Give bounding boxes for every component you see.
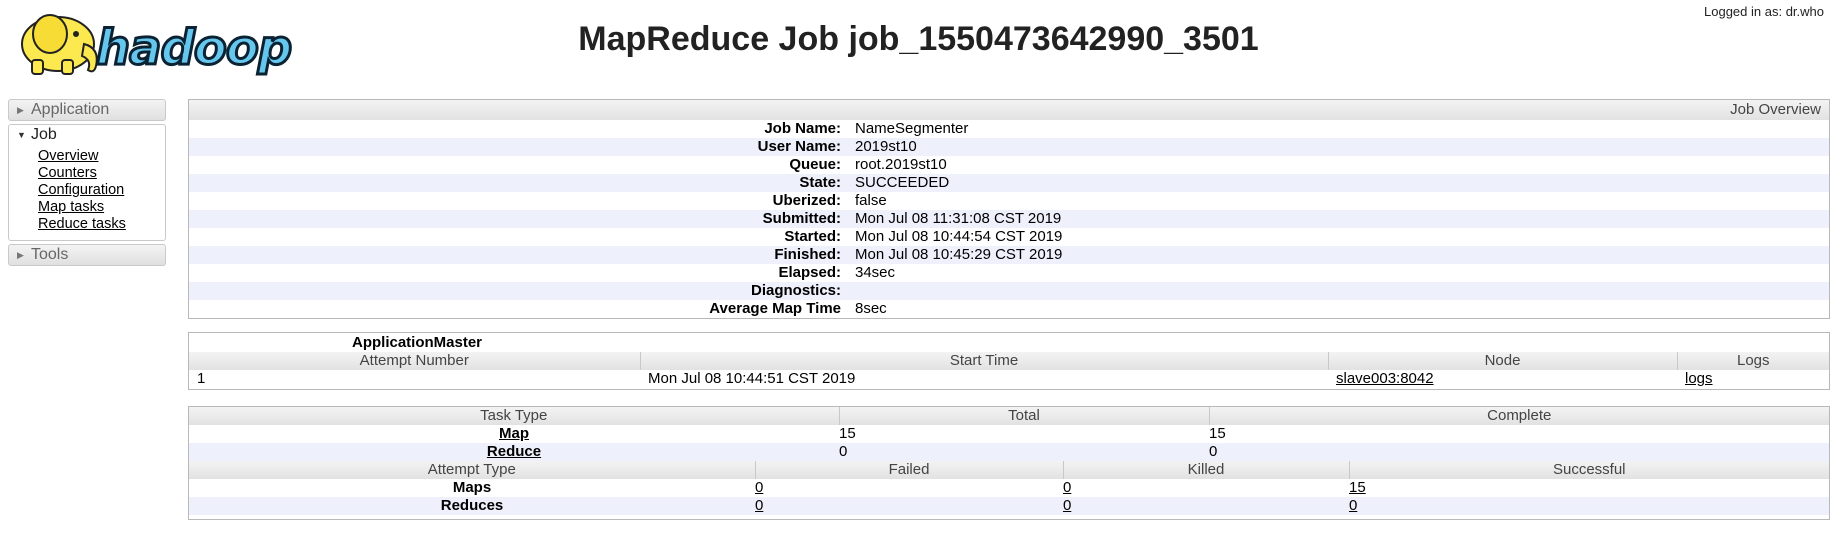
column-header: Total — [838, 407, 1209, 425]
overview-value: Mon Jul 08 10:45:29 CST 2019 — [855, 246, 1063, 263]
overview-key: State: — [799, 174, 841, 191]
maps-killed-link[interactable]: 0 — [1063, 479, 1071, 496]
nav-link-counters[interactable]: Counters — [38, 165, 165, 182]
column-header: Task Type — [189, 407, 839, 425]
reduces-killed-link[interactable]: 0 — [1063, 497, 1071, 514]
column-header: Killed — [1062, 461, 1349, 479]
reduce-tasks-link[interactable]: Reduce — [487, 443, 541, 460]
nav-link-overview[interactable]: Overview — [38, 148, 165, 165]
table-row: Maps 0 0 15 — [189, 479, 1829, 497]
overview-row-job-name: Job Name: NameSegmenter — [189, 120, 1829, 138]
attempt-header-row: Attempt Type Failed Killed Successful — [189, 461, 1829, 479]
overview-value: NameSegmenter — [855, 120, 969, 137]
overview-key: Submitted: — [762, 210, 841, 227]
column-header: Complete — [1208, 407, 1829, 425]
overview-value: 8sec — [855, 300, 887, 317]
triangle-right-icon: ▶ — [17, 250, 24, 260]
nav-tools-header[interactable]: ▶ Tools — [8, 244, 166, 266]
overview-row-average-map-time: Average Map Time 8sec — [189, 300, 1829, 318]
overview-row-diagnostics: Diagnostics: — [189, 282, 1829, 300]
nav-link-reduce-tasks[interactable]: Reduce tasks — [38, 216, 165, 233]
nav-job-header[interactable]: ▼ Job — [8, 124, 166, 145]
overview-key: Finished: — [774, 246, 841, 263]
nav-accordion: ▶ Application ▼ Job Overview Counters Conf… — [8, 99, 166, 269]
column-header: Successful — [1348, 461, 1829, 479]
overview-row-started: Started: Mon Jul 08 10:44:54 CST 2019 — [189, 228, 1829, 246]
reduces-successful-link[interactable]: 0 — [1349, 497, 1357, 514]
nav-link-map-tasks[interactable]: Map tasks — [38, 199, 165, 216]
triangle-right-icon: ▶ — [17, 105, 24, 115]
attempt-start-time: Mon Jul 08 10:44:51 CST 2019 — [648, 370, 856, 387]
overview-row-finished: Finished: Mon Jul 08 10:45:29 CST 2019 — [189, 246, 1829, 264]
overview-key: Started: — [784, 228, 841, 245]
table-row: Reduces 0 0 0 — [189, 497, 1829, 515]
column-header[interactable]: Node — [1327, 352, 1677, 370]
maps-failed-link[interactable]: 0 — [755, 479, 763, 496]
overview-value: 34sec — [855, 264, 896, 281]
overview-row-queue: Queue: root.2019st10 — [189, 156, 1829, 174]
logs-link[interactable]: logs — [1685, 370, 1713, 387]
nav-job-links: Overview Counters Configuration Map task… — [8, 145, 166, 241]
reduce-total: 0 — [839, 443, 848, 460]
overview-key: Job Name: — [764, 120, 841, 137]
nav-tools-label: Tools — [31, 246, 69, 263]
column-header: Attempt Type — [189, 461, 755, 479]
column-header[interactable]: Start Time — [639, 352, 1328, 370]
map-complete: 15 — [1209, 425, 1226, 442]
overview-key: User Name: — [757, 138, 841, 155]
task-header-row: Task Type Total Complete — [189, 407, 1829, 425]
node-link[interactable]: slave003:8042 — [1336, 370, 1434, 387]
reduce-complete: 0 — [1209, 443, 1218, 460]
login-status: Logged in as: dr.who — [1704, 4, 1824, 19]
overview-value: Mon Jul 08 11:31:08 CST 2019 — [855, 210, 1062, 227]
attempt-type-reduces: Reduces — [440, 497, 504, 514]
column-header: Failed — [754, 461, 1063, 479]
overview-row-state: State: SUCCEEDED — [189, 174, 1829, 192]
map-total: 15 — [839, 425, 856, 442]
application-master-title: ApplicationMaster — [352, 334, 483, 351]
overview-key: Elapsed: — [778, 264, 841, 281]
overview-value: root.2019st10 — [855, 156, 947, 173]
overview-row-submitted: Submitted: Mon Jul 08 11:31:08 CST 2019 — [189, 210, 1829, 228]
map-tasks-link[interactable]: Map — [499, 425, 529, 442]
job-overview-caption: Job Overview — [189, 100, 1829, 120]
table-row: 1 Mon Jul 08 10:44:51 CST 2019 slave003:… — [189, 370, 1829, 388]
overview-row-elapsed: Elapsed: 34sec — [189, 264, 1829, 282]
overview-key: Uberized: — [772, 192, 841, 209]
am-header-row: Attempt Number Start Time Node Logs — [189, 352, 1829, 370]
overview-row-uberized: Uberized: false — [189, 192, 1829, 210]
overview-key: Queue: — [789, 156, 841, 173]
nav-job-label: Job — [31, 126, 57, 143]
nav-application-label: Application — [31, 101, 110, 118]
tasks-summary-panel: Task Type Total Complete Map 15 15 Reduc… — [188, 406, 1830, 520]
nav-application-header[interactable]: ▶ Application — [8, 99, 166, 121]
table-row: Map 15 15 — [189, 425, 1829, 443]
overview-key: Average Map Time — [709, 300, 841, 317]
application-master-panel: ApplicationMaster Attempt Number Start T… — [188, 332, 1830, 390]
job-overview-table: Job Name: NameSegmenter User Name: 2019st1… — [189, 120, 1829, 318]
page-title: MapReduce Job job_1550473642990_3501 — [578, 20, 1259, 58]
reduces-failed-link[interactable]: 0 — [755, 497, 763, 514]
task-type-table: Task Type Total Complete Map 15 15 Reduc… — [189, 407, 1829, 461]
attempt-type-table: Attempt Type Failed Killed Successful Ma… — [189, 461, 1829, 515]
overview-key: Diagnostics: — [750, 282, 841, 299]
triangle-down-icon: ▼ — [17, 130, 26, 140]
overview-value: false — [855, 192, 887, 209]
overview-value: SUCCEEDED — [855, 174, 950, 191]
job-overview-panel: Job Overview Job Name: NameSegmenter User… — [188, 99, 1830, 319]
overview-value: 2019st10 — [855, 138, 917, 155]
column-header[interactable]: Logs — [1676, 352, 1829, 370]
table-row: Reduce 0 0 — [189, 443, 1829, 461]
maps-successful-link[interactable]: 15 — [1349, 479, 1366, 496]
application-master-table: Attempt Number Start Time Node Logs 1 Mo… — [189, 352, 1829, 388]
overview-value: Mon Jul 08 10:44:54 CST 2019 — [855, 228, 1063, 245]
nav-link-configuration[interactable]: Configuration — [38, 182, 165, 199]
overview-value — [855, 282, 1829, 300]
column-header[interactable]: Attempt Number — [189, 352, 640, 370]
attempt-number: 1 — [197, 370, 206, 387]
overview-row-user-name: User Name: 2019st10 — [189, 138, 1829, 156]
attempt-type-maps: Maps — [452, 479, 492, 496]
